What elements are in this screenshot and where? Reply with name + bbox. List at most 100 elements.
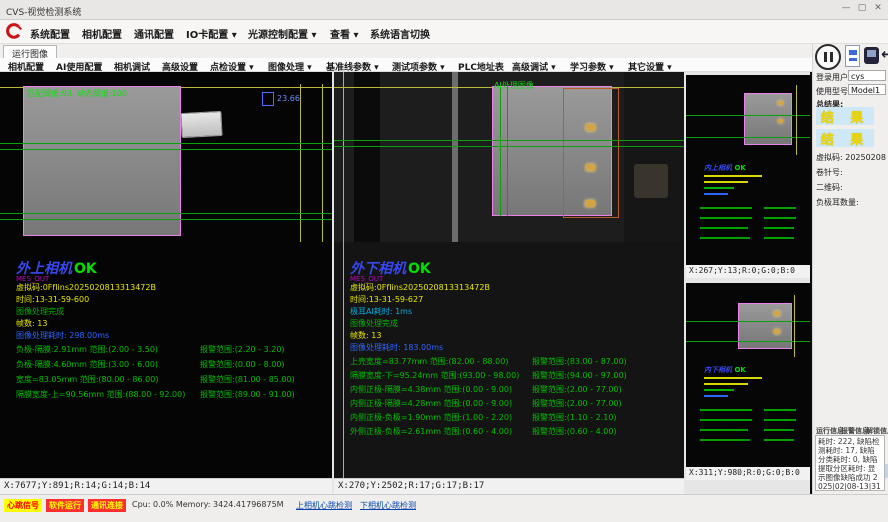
text-line-bar (700, 237, 750, 239)
text-line-bar (764, 419, 796, 421)
text-line-bar (700, 429, 748, 431)
model-label: 使用型号: (816, 86, 851, 97)
tab-count-label: 负极耳数量: (816, 197, 859, 208)
alarm-range-text: 报警范围:(0.60 - 4.00) (532, 426, 617, 437)
ai-image-note: AI处理图像 (494, 80, 534, 91)
run-log-box[interactable]: 耗时: 222, 缺陷检测耗时: 17, 缺陷分类耗时: 0, 缺陷提取分区耗时… (815, 435, 885, 491)
app-logo-icon (5, 23, 23, 41)
menu-view[interactable]: 查看 ▾ (330, 26, 359, 41)
software-run-badge: 软件运行 (46, 499, 84, 512)
model-field[interactable]: Model1 (848, 84, 886, 95)
control-panel: ↩ 登录用户: cys 使用型号: Model1 总结果: 结 果 结 果 虚拟… (812, 44, 888, 494)
tab-run-image[interactable]: 运行图像 (3, 45, 57, 58)
menu-comm-config[interactable]: 通讯配置 (134, 26, 174, 41)
time-line: 时间:13-31-59-600 (16, 294, 89, 305)
measurement-row: 内侧正极-隔膜=4.38mm 范围:(0.00 - 9.00) 报警范围:(2.… (334, 384, 684, 396)
menu-system-config[interactable]: 系统配置 (30, 26, 70, 41)
measure-line (686, 341, 810, 342)
camera1-view[interactable]: 匹配阈值:93, 动态阈值:100 23.66 外上相机OK MES_OUT 虚… (0, 72, 332, 478)
pause-button[interactable] (815, 44, 841, 70)
alarm-range-text: 报警范围:(94.00 - 97.00) (532, 370, 627, 381)
measurement-row: 负极-隔膜:4.60mm 范围:(3.00 - 6.00) 报警范围:(0.00… (0, 359, 332, 371)
close-button[interactable]: ✕ (870, 3, 886, 13)
text-line-bar (764, 207, 796, 209)
menu-language-switch[interactable]: 系统语言切换 (370, 26, 430, 41)
text-line-bar (704, 395, 728, 397)
camera3-name: 内上相机 (704, 164, 732, 172)
camera3-ok-flag: OK (734, 164, 745, 172)
camera2-cursor-status: X:270;Y:2502;R:17;G:17;B:17 (334, 478, 684, 494)
upper-camera-heartbeat-link[interactable]: 上相机心跳检测 (296, 500, 352, 511)
keyboard-icon (849, 50, 857, 55)
exit-button[interactable]: ↩ (881, 45, 888, 63)
tab-strip: 运行图像 (0, 44, 888, 58)
result-text-1: 结 果 (821, 111, 870, 126)
menu-io-config[interactable]: IO卡配置 ▾ (186, 26, 237, 41)
measurement-row: 上壳宽度=83.77mm 范围:(82.00 - 88.00) 报警范围:(83… (334, 356, 684, 368)
text-line-bar (700, 419, 752, 421)
keyboard-icon (849, 58, 857, 61)
machine-fixture (634, 164, 668, 198)
camera4-ok-flag: OK (734, 366, 745, 374)
measurement-row: 隔膜宽度-下=95.24mm 范围:(93.00 - 98.00) 报警范围:(… (334, 370, 684, 382)
menu-light-config[interactable]: 光源控制配置 ▾ (248, 26, 317, 41)
elapsed-line: 图像处理耗时: 298.00ms (16, 330, 109, 341)
alarm-range-text: 报警范围:(83.00 - 87.00) (532, 356, 627, 367)
process-done-line: 图像处理完成 (350, 318, 398, 329)
measurement-text: 隔膜宽度-上=90.56mm 范围:(88.00 - 92.00) (16, 389, 185, 400)
menu-camera-config[interactable]: 相机配置 (82, 26, 122, 41)
alarm-range-text: 报警范围:(89.00 - 91.00) (200, 389, 295, 400)
text-line-bar (764, 217, 796, 219)
text-line-bar (764, 409, 796, 411)
tab-glint (586, 164, 595, 171)
measure-line (0, 213, 332, 214)
camera4-name: 内下相机 (704, 366, 732, 374)
camera1-ok-flag: OK (72, 261, 97, 277)
camera3-view[interactable]: 内上相机 OK (686, 75, 810, 265)
threshold-note: 匹配阈值:93, 动态阈值:100 (27, 88, 127, 99)
measure-line (0, 149, 332, 150)
text-line-bar (704, 377, 762, 379)
frame-count-line: 帧数: 13 (16, 318, 47, 329)
product-image-region (738, 303, 792, 349)
measurement-row: 内侧正极-负极=1.90mm 范围:(1.00 - 2.20) 报警范围:(1.… (334, 412, 684, 424)
process-done-line: 图像处理完成 (16, 306, 64, 317)
measurement-text: 隔膜宽度-下=95.24mm 范围:(93.00 - 98.00) (350, 370, 519, 381)
login-user-field[interactable]: cys (848, 70, 886, 81)
measurement-text: 内侧正极-隔膜=4.28mm 范围:(0.00 - 9.00) (350, 398, 512, 409)
text-line-bar (700, 217, 752, 219)
machine-column (354, 72, 380, 242)
measurement-row: 隔膜宽度-上=90.56mm 范围:(88.00 - 92.00) 报警范围:(… (0, 389, 332, 401)
camera2-view[interactable]: AI处理图像 外下相机OK MES_OUT 虚拟码:0FfIins2025020… (334, 72, 684, 478)
measure-line (334, 140, 684, 141)
tab-glint (585, 200, 595, 207)
text-line-bar (704, 193, 728, 195)
monitor-button[interactable] (864, 47, 879, 64)
text-line-bar (764, 429, 794, 431)
text-line-bar (704, 389, 734, 391)
measurement-row: 内侧正极-隔膜=4.28mm 范围:(0.00 - 9.00) 报警范围:(2.… (334, 398, 684, 410)
measurement-text: 外侧正极-负极=2.61mm 范围:(0.60 - 4.00) (350, 426, 512, 437)
text-line-bar (700, 409, 752, 411)
alarm-range-text: 报警范围:(1.10 - 2.10) (532, 412, 617, 423)
measurement-text: 负极-隔膜:2.91mm 范围:(2.00 - 3.50) (16, 344, 158, 355)
ruler-line (796, 85, 797, 155)
measure-line (507, 86, 508, 216)
frame-count-line: 帧数: 13 (350, 330, 381, 341)
minimize-button[interactable]: — (838, 3, 854, 13)
lower-camera-heartbeat-link[interactable]: 下相机心跳检测 (360, 500, 416, 511)
title-bar: CVS-视觉检测系统 — ▢ ✕ (0, 0, 888, 20)
virtual-code-line: 虚拟码:0FfIins2025020813313472B (16, 282, 156, 293)
alarm-range-text: 报警范围:(0.00 - 8.00) (200, 359, 285, 370)
camera3-cursor-status: X:267;Y:13;R:0;G:0;B:0 (686, 265, 810, 278)
cpu-memory-text: Cpu: 0.0% Memory: 3424.41796875M (132, 500, 284, 509)
measurement-text: 负极-隔膜:4.60mm 范围:(3.00 - 6.00) (16, 359, 158, 370)
text-line-bar (764, 439, 794, 441)
heartbeat-badge: 心跳信号 (4, 499, 42, 512)
camera1-cursor-status: X:7677;Y:891;R:14;G:14;B:14 (0, 478, 332, 494)
camera4-view[interactable]: 内下相机 OK (686, 283, 810, 467)
keyboard-button[interactable] (845, 45, 860, 67)
maximize-button[interactable]: ▢ (854, 3, 870, 13)
reel-number-label: 卷针号: (816, 167, 843, 178)
qr-code-label: 二维码: (816, 182, 843, 193)
